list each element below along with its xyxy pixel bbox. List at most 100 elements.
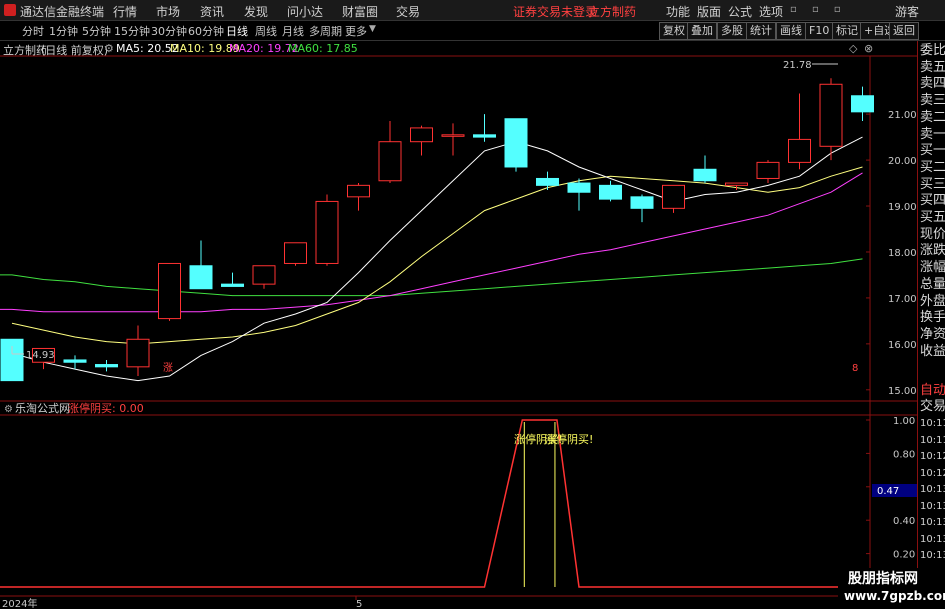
- menu-jiaoyi[interactable]: 交易: [396, 3, 420, 20]
- side-panel-item[interactable]: 换手: [920, 310, 945, 325]
- side-panel-item[interactable]: 涨跌: [920, 243, 945, 258]
- menu-xuanxiang[interactable]: 选项: [759, 3, 783, 20]
- quote-side-panel: 委比卖五 卖四卖三卖二卖一 买一买二买三 买四买五现价 涨跌涨幅总量外盘 换手净资收益自动…: [917, 41, 945, 609]
- menu-shichang[interactable]: 市场: [156, 3, 180, 20]
- candle: [599, 180, 622, 202]
- period-30min[interactable]: 30分钟: [151, 23, 187, 39]
- trade-time: 10:13: [920, 500, 945, 512]
- side-panel-item[interactable]: 总量: [920, 277, 945, 292]
- menu-gongneng[interactable]: 功能: [666, 3, 690, 20]
- candle-body: [504, 118, 528, 168]
- candle-body: [63, 359, 87, 363]
- side-panel-item[interactable]: 现价: [920, 227, 945, 242]
- app-title: 通达信金融终端: [20, 5, 105, 19]
- side-panel-item[interactable]: 委比: [920, 43, 945, 58]
- price-tick-label: 21.00: [888, 110, 917, 121]
- candle: [536, 171, 559, 190]
- side-panel-item[interactable]: 涨幅: [920, 260, 945, 275]
- menu-zixun[interactable]: 资讯: [200, 3, 224, 20]
- menu-hangqing[interactable]: 行情: [113, 3, 137, 20]
- ma60-line: [0, 258, 863, 297]
- candle-body: [315, 200, 339, 264]
- indicator-tick-label: 1.00: [893, 416, 915, 427]
- watermark: 股朋指标网 www.7gpzb.com: [838, 568, 945, 609]
- side-panel-item[interactable]: 买五: [920, 210, 945, 225]
- candle-body: [347, 184, 370, 198]
- candle: [95, 359, 118, 372]
- period-daily[interactable]: 日线: [226, 23, 248, 39]
- tongji-button[interactable]: 统计: [746, 22, 776, 40]
- candle-body: [95, 364, 118, 368]
- indicator-tick-label: 0.40: [893, 516, 915, 527]
- period-multi[interactable]: 多周期: [309, 23, 342, 39]
- side-panel-item[interactable]: 买一: [920, 143, 945, 158]
- side-panel-item[interactable]: 买二: [920, 160, 945, 175]
- side-panel-item[interactable]: 收益: [920, 344, 945, 359]
- app-logo-icon: [4, 4, 16, 16]
- fuquan-button[interactable]: 复权: [659, 22, 689, 40]
- period-1min[interactable]: 1分钟: [49, 23, 78, 39]
- biaoji-button[interactable]: 标记: [832, 22, 862, 40]
- candle-body: [378, 141, 402, 182]
- indicator-current-value: 0.47: [877, 486, 899, 497]
- price-tick-label: 19.00: [888, 202, 917, 213]
- period-weekly[interactable]: 周线: [255, 23, 277, 39]
- side-panel-item[interactable]: 外盘: [920, 294, 945, 309]
- trade-time: 10:13: [920, 517, 945, 528]
- candle-body: [284, 242, 307, 264]
- duogu-button[interactable]: 多股: [717, 22, 747, 40]
- side-panel-item[interactable]: 卖二: [920, 110, 945, 125]
- f10-button[interactable]: F10: [805, 22, 834, 40]
- period-more[interactable]: 更多: [345, 23, 367, 39]
- menu-faxian[interactable]: 发现: [244, 3, 268, 20]
- menu-caifuquan[interactable]: 财富圈: [342, 3, 378, 20]
- guest-label[interactable]: 游客: [895, 3, 919, 20]
- side-panel-item[interactable]: 买三: [920, 177, 945, 192]
- candle: [441, 123, 465, 156]
- side-panel-item[interactable]: 卖一: [920, 127, 945, 142]
- back-button[interactable]: 返回: [889, 22, 919, 40]
- side-panel-item[interactable]: 卖五: [920, 60, 945, 75]
- candle: [756, 160, 780, 184]
- diejia-button[interactable]: 叠加: [687, 22, 717, 40]
- candle: [378, 121, 402, 184]
- period-15min[interactable]: 15分钟: [114, 23, 150, 39]
- zhang-marker: 涨: [163, 362, 173, 374]
- menu-banmian[interactable]: 版面: [697, 3, 721, 20]
- trade-time: 10:13: [920, 484, 945, 495]
- period-monthly[interactable]: 月线: [282, 23, 304, 39]
- menu-gongshi[interactable]: 公式: [728, 3, 752, 20]
- candle-body: [599, 184, 622, 200]
- period-5min[interactable]: 5分钟: [82, 23, 111, 39]
- menu-bar: 通达信金融终端 行情 市场 资讯 发现 问小达 财富圈 交易 证券交易未登录 立…: [0, 0, 945, 21]
- candle-body: [819, 83, 843, 147]
- period-60min[interactable]: 60分钟: [188, 23, 224, 39]
- side-panel-item[interactable]: 卖三: [920, 93, 945, 108]
- candle: [662, 184, 685, 213]
- candle-body: [536, 177, 559, 186]
- side-panel-item[interactable]: 买四: [920, 193, 945, 208]
- side-panel-lower-item[interactable]: 自动: [920, 383, 945, 398]
- candle-body: [725, 182, 748, 186]
- price-tick-label: 16.00: [888, 340, 917, 351]
- trade-time: 10:12: [920, 467, 945, 479]
- side-panel-lower-item[interactable]: 交易: [920, 399, 945, 414]
- top-stock-name: 立方制药: [588, 5, 637, 19]
- trade-time: 10:11: [920, 418, 945, 429]
- window-controls-icon[interactable]: ▫ ▫ ▫: [790, 4, 860, 16]
- kline-chart[interactable]: 21.00 20.00 19.00 18.00 17.00 16.00 15.00 1.00…: [0, 41, 917, 609]
- price-tick-label: 17.00: [888, 294, 917, 305]
- huaxian-button[interactable]: 画线: [776, 22, 806, 40]
- indicator-settings-icon[interactable]: ⚙: [4, 404, 13, 415]
- chevron-down-icon[interactable]: ▼: [369, 24, 376, 34]
- candle: [473, 114, 496, 142]
- side-panel-item[interactable]: 净资: [920, 327, 945, 342]
- login-warning[interactable]: 证券交易未登录: [513, 3, 597, 20]
- candle-body: [567, 182, 591, 193]
- period-fenshi[interactable]: 分时: [22, 23, 44, 39]
- candle: [788, 93, 811, 170]
- candle: [315, 194, 339, 266]
- side-panel-item[interactable]: 卖四: [920, 76, 945, 91]
- indicator-signal-label: 涨停阴买: 0.00: [68, 401, 144, 415]
- menu-wenxiaoda[interactable]: 问小达: [287, 3, 323, 20]
